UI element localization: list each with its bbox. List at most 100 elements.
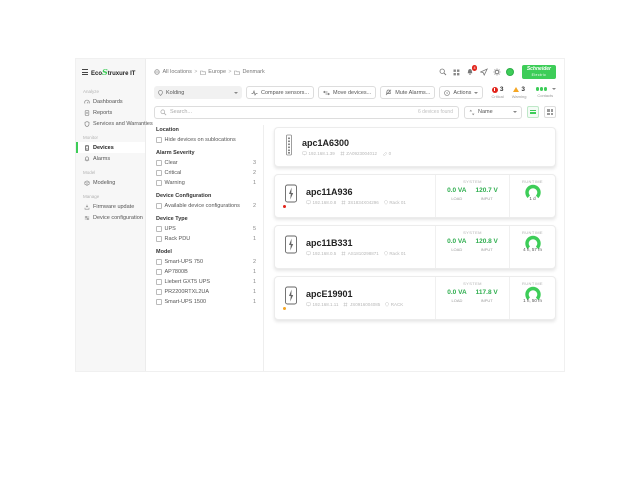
actions-bolt-icon: [444, 90, 450, 96]
compare-icon: [251, 90, 258, 96]
device-ip: 192.168.1.11: [313, 302, 339, 307]
breadcrumb-all-locations[interactable]: All locations: [163, 69, 192, 75]
search-row: Search... 6 devices found Name: [154, 105, 556, 119]
filter-model-liebert-gxt5[interactable]: Liebert GXT5 UPS1: [156, 279, 256, 285]
contacts-status[interactable]: Contacts: [535, 86, 557, 98]
search-icon[interactable]: [439, 68, 448, 77]
device-name[interactable]: apc1A6300: [302, 138, 391, 148]
sidebar: EcoStruxure IT Analyze Dashboards Report…: [76, 59, 146, 371]
filter-group-model: Model Smart-UPS 7502 AP7800B1 Liebert GX…: [156, 249, 256, 305]
checkbox[interactable]: [156, 203, 162, 209]
link-icon: [382, 151, 387, 156]
checkbox[interactable]: [156, 259, 162, 265]
user-avatar[interactable]: [506, 68, 514, 76]
runtime-value: 4 h, 57 m: [523, 247, 542, 252]
critical-badge: [282, 204, 288, 210]
runtime-value: 1 h, 50 m: [523, 298, 542, 303]
actions-dropdown-button[interactable]: Actions: [439, 86, 483, 99]
filter-hide-sublocations[interactable]: Hide devices on sublocations: [156, 137, 256, 143]
breadcrumb-europe[interactable]: Europe: [208, 69, 226, 75]
main-area: All locations > Europe > Denmark 4: [146, 59, 564, 371]
runtime-column: RUNTIME 4 h, 57 m: [509, 226, 555, 268]
device-card-apc11B331[interactable]: apc11B331 192.168.0.5 AS1810298871 Rack …: [274, 225, 556, 269]
checkbox[interactable]: [156, 180, 162, 186]
folder-icon: [200, 70, 206, 75]
sidebar-item-services-warranties[interactable]: Services and Warranties: [76, 118, 145, 129]
filter-rack-pdu[interactable]: Rack PDU1: [156, 236, 256, 242]
serial-icon: [341, 200, 346, 205]
search-placeholder: Search...: [170, 109, 192, 115]
device-name[interactable]: apcE19901: [306, 289, 403, 299]
checkbox[interactable]: [156, 137, 162, 143]
filter-model-ap7800b[interactable]: AP7800B1: [156, 269, 256, 275]
device-location: Rack 01: [389, 251, 406, 256]
input-value: 117.8 V: [476, 289, 498, 296]
sort-icon: [469, 109, 475, 116]
grid-view-toggle[interactable]: [544, 106, 556, 118]
critical-status[interactable]: 3 Critical: [492, 86, 504, 99]
filter-model-smart-ups-1500[interactable]: Smart-UPS 15001: [156, 299, 256, 305]
network-icon: [302, 151, 307, 156]
device-card-apc1A6300[interactable]: apc1A6300 192.168.1.39 ZA0923004012 0: [274, 127, 556, 167]
sidebar-item-firmware-update[interactable]: Firmware update: [76, 201, 145, 212]
checkbox[interactable]: [156, 170, 162, 176]
sidebar-item-devices[interactable]: Devices: [76, 142, 145, 153]
sidebar-item-dashboards[interactable]: Dashboards: [76, 96, 145, 107]
feedback-icon[interactable]: [479, 68, 488, 77]
settings-gear-icon[interactable]: [493, 68, 502, 77]
device-card-apc11A936[interactable]: apc11A936 192.168.0.8 3S1834X04296 Rack …: [274, 174, 556, 218]
device-name[interactable]: apc11B331: [306, 238, 406, 248]
chevron-down-icon: [234, 92, 238, 94]
sidebar-item-modeling[interactable]: Modeling: [76, 177, 145, 188]
serial-icon: [340, 151, 345, 156]
notifications-bell-icon[interactable]: 4: [466, 68, 475, 77]
search-icon: [160, 109, 167, 116]
checkbox[interactable]: [156, 289, 162, 295]
mute-alarms-button[interactable]: Mute Alarms...: [380, 86, 435, 99]
ups-icon: [284, 286, 298, 310]
apps-icon[interactable]: [452, 68, 461, 77]
warning-status[interactable]: 3 Warning: [512, 86, 527, 99]
checkbox[interactable]: [156, 299, 162, 305]
grid-view-icon: [547, 109, 553, 115]
filter-model-pr2200rtxl2ua[interactable]: PR2200RTXL2UA1: [156, 289, 256, 295]
filter-ups[interactable]: UPS5: [156, 226, 256, 232]
sort-dropdown[interactable]: Name: [464, 106, 522, 119]
device-serial: JS0916004085: [350, 302, 380, 307]
sidebar-item-device-configuration[interactable]: Device configuration: [76, 212, 145, 223]
device-ip: 192.168.0.8: [313, 200, 337, 205]
warning-count: 3: [521, 86, 525, 93]
sidebar-item-alarms[interactable]: Alarms: [76, 153, 145, 164]
app-logo-text: EcoStruxure IT: [91, 67, 135, 77]
pin-icon: [384, 251, 388, 256]
checkbox[interactable]: [156, 160, 162, 166]
move-devices-button[interactable]: Move devices...: [318, 86, 376, 99]
filter-warning[interactable]: Warning1: [156, 180, 256, 186]
sidebar-item-reports[interactable]: Reports: [76, 107, 145, 118]
runtime-column: RUNTIME 1 d: [509, 175, 555, 217]
list-view-toggle[interactable]: [527, 106, 539, 118]
filter-clear[interactable]: Clear3: [156, 160, 256, 166]
device-meta: 192.168.1.11 JS0916004085 RACK: [306, 302, 403, 307]
menu-icon[interactable]: [82, 69, 88, 75]
checkbox[interactable]: [156, 226, 162, 232]
device-ip: 192.168.0.5: [313, 251, 337, 256]
schneider-electric-logo: Schneider Electric: [522, 65, 556, 79]
load-value: 0.0 VA: [447, 289, 466, 296]
device-name[interactable]: apc11A936: [306, 187, 406, 197]
location-filter-chip[interactable]: Kolding: [154, 86, 242, 99]
checkbox[interactable]: [156, 279, 162, 285]
checkbox[interactable]: [156, 269, 162, 275]
sidebar-section-monitor: Monitor: [76, 129, 145, 142]
device-card-apcE19901[interactable]: apcE19901 192.168.1.11 JS0916004085 RACK…: [274, 276, 556, 320]
filter-critical[interactable]: Critical2: [156, 170, 256, 176]
topbar-actions: 4 Schneider Electric: [439, 65, 556, 79]
search-input[interactable]: Search... 6 devices found: [154, 106, 459, 119]
rack-pdu-icon: [284, 134, 294, 161]
ups-icon: [284, 184, 298, 208]
filter-model-smart-ups-750[interactable]: Smart-UPS 7502: [156, 259, 256, 265]
compare-sensors-button[interactable]: Compare sensors...: [246, 86, 314, 99]
breadcrumb-denmark[interactable]: Denmark: [242, 69, 264, 75]
checkbox[interactable]: [156, 236, 162, 242]
filter-available-configurations[interactable]: Available device configurations2: [156, 203, 256, 209]
